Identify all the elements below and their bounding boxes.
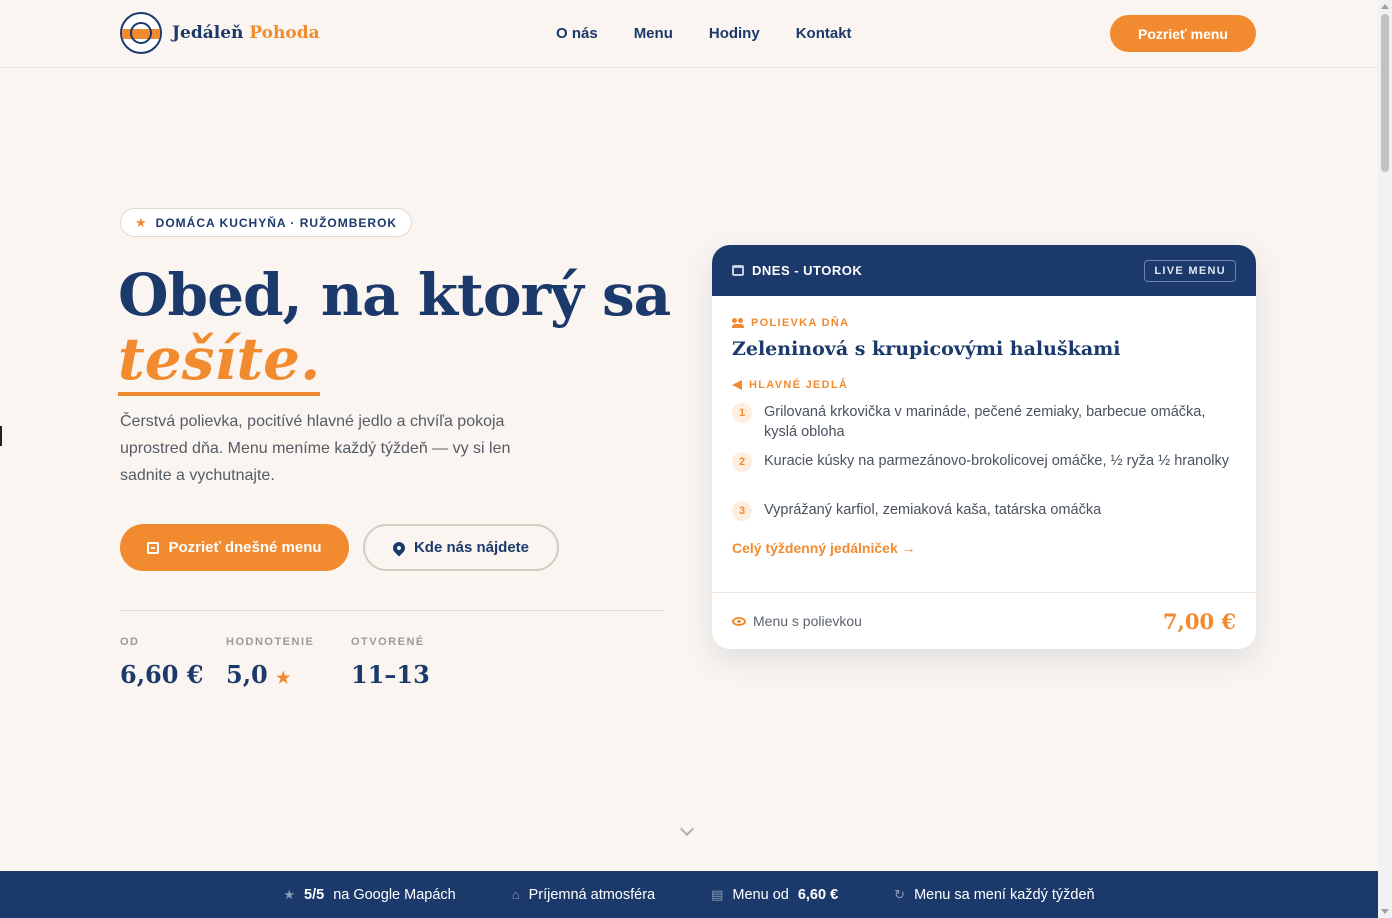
- star-icon: ★: [135, 214, 148, 230]
- dish-text: Vyprážaný karfiol, zemiaková kaša, tatár…: [764, 502, 1102, 518]
- nav-hodiny[interactable]: Hodiny: [709, 25, 760, 42]
- stat-opening-hours: OTVORENÉ 11–13: [351, 636, 430, 689]
- scroll-down-arrow-icon[interactable]: [1381, 909, 1389, 914]
- hero-badge: ★ DOMÁCA KUCHYŇA · RUŽOMBEROK: [120, 208, 413, 237]
- list-item: 1 Grilovaná krkovička v marináde, pečené…: [732, 402, 1232, 442]
- info-strip: ★ 5/5 na Google Mapách ⌂ Príjemná atmosf…: [0, 871, 1378, 918]
- dish-text: Kuracie kúsky na parmezánovo-brokolicove…: [764, 453, 1230, 469]
- strip-weekly: ↻ Menu sa mení každý týždeň: [894, 887, 1094, 903]
- brand-name: Jedáleň Pohoda: [172, 23, 320, 43]
- nav-o-nas[interactable]: O nás: [556, 25, 598, 42]
- mains-label-text: HLAVNÉ JEDLÁ: [749, 379, 849, 391]
- site-header: Jedáleň Pohoda O nás Menu Hodiny Kontakt…: [0, 0, 1378, 68]
- strip-rating: ★ 5/5 na Google Mapách: [283, 887, 455, 903]
- menu-note-text: Menu s polievkou: [753, 613, 862, 629]
- people-icon: [732, 318, 744, 328]
- card-header: DNES - UTOROK LIVE MENU: [712, 245, 1256, 296]
- nav-menu[interactable]: Menu: [634, 25, 673, 42]
- menu-price: 7,00 €: [1162, 608, 1236, 634]
- soup-label-text: POLIEVKA DŇA: [751, 317, 850, 329]
- live-menu-badge: LIVE MENU: [1144, 259, 1236, 282]
- hero-title-accent: tešíte.: [118, 326, 321, 396]
- stat-rating: HODNOTENIE 5,0 ★: [226, 636, 314, 689]
- nav-kontakt[interactable]: Kontakt: [796, 25, 852, 42]
- card-footer: Menu s polievkou 7,00 €: [712, 592, 1256, 649]
- card-day-text: DNES - UTOROK: [752, 263, 863, 278]
- soup-of-the-day: Zeleninová s krupicovými haluškami: [732, 338, 1121, 360]
- stat-label: OTVORENÉ: [351, 636, 425, 648]
- stat-price-from: OD 6,60 €: [120, 636, 204, 689]
- todays-menu-button[interactable]: Pozrieť dnešné menu: [120, 524, 349, 571]
- scroll-up-arrow-icon[interactable]: [1381, 4, 1389, 9]
- hero-title: Obed, na ktorý sa: [118, 261, 671, 329]
- soup-section-label: POLIEVKA DŇA: [732, 317, 849, 329]
- list-item: 3 Vyprážaný karfiol, zemiaková kaša, tat…: [732, 500, 1232, 521]
- strip-menu-from: ▤ Menu od 6,60 €: [711, 887, 838, 903]
- strip-menu-from-value: 6,60 €: [797, 886, 839, 903]
- hero-divider: [120, 610, 664, 611]
- weekly-menu-link[interactable]: Celý týždenný jedálniček →: [732, 540, 916, 556]
- list-item: 2 Kuracie kúsky na parmezánovo-brokolico…: [732, 451, 1232, 472]
- brand-logo[interactable]: Jedáleň Pohoda: [120, 12, 320, 54]
- restaurant-seal-icon: [120, 12, 162, 54]
- hero-lead: Čerstvá polievka, pocitívé hlavné jedlo …: [120, 413, 511, 484]
- card-day: DNES - UTOROK: [732, 263, 862, 278]
- strip-rating-value: 5/5: [304, 886, 325, 903]
- stat-value: 5,0 ★: [226, 660, 314, 689]
- brand-name-second: Pohoda: [249, 23, 320, 43]
- refresh-icon: ↻: [894, 886, 906, 902]
- strip-weekly-text: Menu sa mení každý týždeň: [914, 886, 1095, 903]
- view-menu-button[interactable]: Pozrieť menu: [1110, 15, 1256, 52]
- stat-label: OD: [120, 636, 140, 648]
- find-us-button[interactable]: Kde nás nájdete: [363, 524, 559, 571]
- main-nav: O nás Menu Hodiny Kontakt: [556, 25, 852, 42]
- menu-note: Menu s polievkou: [732, 613, 862, 629]
- menu-card-icon: [147, 541, 160, 554]
- dish-text: Grilovaná krkovička v marináde, pečené z…: [764, 404, 1206, 440]
- map-pin-icon: [390, 539, 408, 556]
- rating-value: 5,0: [226, 660, 268, 689]
- scrollbar-thumb[interactable]: [1381, 14, 1389, 172]
- star-icon: ★: [276, 668, 291, 687]
- dish-number: 1: [732, 403, 752, 423]
- strip-menu-from-label: Menu od: [732, 886, 789, 903]
- find-us-button-label: Kde nás nájdete: [413, 539, 530, 556]
- text-cursor: [0, 426, 2, 446]
- home-icon: ⌂: [511, 887, 520, 902]
- dish-number: 3: [732, 501, 752, 521]
- todays-menu-card: DNES - UTOROK LIVE MENU POLIEVKA DŇA Zel…: [712, 245, 1256, 649]
- star-icon: ★: [283, 886, 296, 902]
- archive-icon: ▤: [711, 886, 724, 902]
- hero-badge-text: DOMÁCA KUCHYŇA · RUŽOMBEROK: [155, 215, 398, 230]
- mains-section-label: HLAVNÉ JEDLÁ: [732, 379, 848, 391]
- dish-number: 2: [732, 452, 752, 472]
- page-scrollbar[interactable]: [1378, 0, 1392, 918]
- stat-value: 11–13: [351, 660, 430, 689]
- scroll-down-chevron-icon[interactable]: [679, 821, 695, 837]
- strip-atmosphere: ⌂ Príjemná atmosféra: [512, 887, 655, 903]
- strip-atmosphere-text: Príjemná atmosféra: [528, 886, 656, 903]
- stat-value: 6,60 €: [120, 660, 204, 689]
- megaphone-icon: [732, 380, 742, 390]
- todays-menu-button-label: Pozrieť dnešné menu: [168, 539, 322, 556]
- calendar-icon: [732, 265, 744, 276]
- brand-name-first: Jedáleň: [172, 23, 244, 43]
- strip-rating-text: na Google Mapách: [333, 886, 456, 903]
- eye-icon: [732, 616, 746, 626]
- stat-label: HODNOTENIE: [226, 636, 315, 648]
